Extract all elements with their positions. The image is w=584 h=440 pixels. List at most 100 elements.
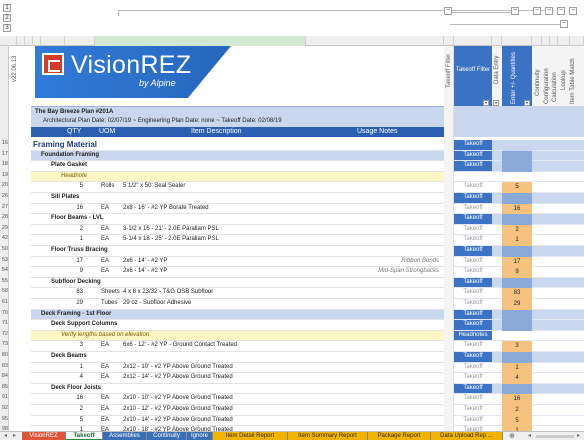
description-cell[interactable]: 5 1/2" x 50' Seal Sealer — [123, 183, 185, 189]
quantity-entry-cell[interactable] — [502, 320, 532, 331]
takeoff-filter-cell[interactable]: Takeoff — [454, 183, 492, 189]
takeoff-filter-cell[interactable]: Takeoff — [454, 320, 492, 330]
table-row[interactable]: Framing Material — [31, 140, 444, 151]
description-cell[interactable]: 2x6 - 14' - #2 YP — [123, 258, 167, 264]
tab-package-report[interactable]: Package Report — [368, 432, 431, 440]
row-number[interactable]: 83 — [0, 363, 9, 369]
table-row[interactable]: 17 EA 2x6 - 14' - #2 YP Ribbon Bonds — [31, 256, 444, 268]
takeoff-filter-cell[interactable]: Takeoff — [454, 246, 492, 256]
uom-cell[interactable]: EA — [101, 417, 109, 423]
row-number[interactable]: 54 — [0, 267, 9, 273]
row-number[interactable]: 17 — [0, 151, 9, 157]
quantity-entry-cell[interactable]: 2 — [502, 405, 532, 416]
outline-level-2-button[interactable]: 2 — [3, 14, 11, 22]
row-number[interactable]: 28 — [0, 214, 9, 220]
col-header-i[interactable] — [444, 36, 454, 46]
table-row[interactable]: 16 EA 2x10 - 10' - #2 YP Above Ground Tr… — [31, 394, 444, 405]
table-row[interactable]: Floor Beams - LVL — [31, 214, 444, 225]
table-row[interactable]: Deck Framing - 1st Floor — [31, 309, 444, 321]
description-cell[interactable]: 5-1/4 x 18 - 25' - 2.0E Parallam PSL — [123, 236, 219, 242]
table-row[interactable]: Floor Truss Bracing — [31, 246, 444, 257]
description-cell[interactable]: 6x6 - 12' - #2 YP - Ground Contact Treat… — [123, 342, 237, 348]
table-row[interactable]: 5 EA 2x10 - 14' - #2 YP Above Ground Tre… — [31, 415, 444, 427]
takeoff-filter-cell[interactable]: Takeoff — [454, 268, 492, 274]
row-number[interactable]: 73 — [0, 341, 9, 347]
uom-cell[interactable]: EA — [101, 205, 109, 211]
table-row[interactable]: Sill Plates — [31, 193, 444, 204]
qty-cell[interactable]: 16 — [73, 205, 83, 211]
table-row[interactable]: 5 Rolls 5 1/2" x 50' Seal Sealer — [31, 182, 444, 193]
col-header-a[interactable] — [9, 36, 17, 46]
row-number[interactable]: 72 — [0, 331, 9, 337]
col-header-last[interactable] — [570, 36, 584, 46]
quantity-entry-cell[interactable] — [502, 161, 532, 172]
qty-cell[interactable]: 29 — [73, 300, 83, 306]
uom-cell[interactable]: EA — [101, 258, 109, 264]
tab-takeoff[interactable]: Takeoff — [66, 432, 103, 440]
tab-ignore[interactable]: Ignore — [187, 432, 213, 440]
takeoff-filter-cell[interactable]: Takeoff — [454, 352, 492, 362]
col-header-k[interactable] — [492, 36, 502, 46]
col-header-p[interactable] — [542, 36, 550, 46]
table-row[interactable]: 1 EA 2x12 - 10' - #2 YP Above Ground Tre… — [31, 362, 444, 374]
takeoff-filter-cell[interactable]: Takeoff — [454, 300, 492, 306]
row-number[interactable]: 42 — [0, 235, 9, 241]
quantity-entry-cell[interactable] — [502, 352, 532, 363]
row-number[interactable]: 18 — [0, 161, 9, 167]
table-row[interactable]: 2 EA 2x10 - 12' - #2 YP Above Ground Tre… — [31, 405, 444, 416]
col-header-g[interactable] — [95, 36, 306, 46]
quantity-entry-cell[interactable]: 2 — [502, 224, 532, 236]
col-header-b[interactable] — [17, 36, 25, 46]
takeoff-filter-cell[interactable]: Takeoff — [454, 214, 492, 224]
description-cell[interactable]: 2x10 - 14' - #2 YP Above Ground Treated — [123, 417, 233, 423]
tab-scroll-left-icon[interactable]: ◂ — [4, 432, 7, 439]
row-number[interactable]: 29 — [0, 225, 9, 231]
quantity-entry-cell[interactable] — [502, 140, 532, 151]
quantity-entry-cell[interactable]: 29 — [502, 299, 532, 310]
quantity-entry-cell[interactable] — [502, 214, 532, 225]
quantity-entry-cell[interactable] — [502, 246, 532, 257]
add-sheet-icon[interactable]: ⊕ — [509, 432, 515, 440]
row-number[interactable]: 53 — [0, 257, 9, 263]
col-header-j[interactable] — [454, 36, 492, 46]
table-row[interactable]: Verify lengths based on elevation — [31, 330, 444, 342]
takeoff-filter-cell[interactable]: Takeoff — [454, 342, 492, 348]
quantity-entry-cell[interactable]: 16 — [502, 203, 532, 215]
outline-collapse-button[interactable]: − — [545, 7, 553, 15]
col-header-w[interactable] — [550, 36, 558, 46]
horizontal-scroll-right-icon[interactable]: ▸ — [577, 432, 580, 439]
horizontal-scrollbar[interactable] — [536, 435, 574, 438]
table-row[interactable]: Deck Beams — [31, 352, 444, 363]
quantity-entry-cell[interactable]: 5 — [502, 415, 532, 427]
tab-data-upload-report[interactable]: Data Upload Rep ... — [431, 432, 503, 440]
table-row[interactable]: 29 Tubes 29 oz - Subfloor Adhesive — [31, 299, 444, 310]
takeoff-filter-cell[interactable]: Takeoff — [454, 309, 492, 320]
row-number[interactable]: 61 — [0, 299, 9, 305]
horizontal-scroll-left-icon[interactable]: ◂ — [528, 432, 531, 439]
takeoff-filter-cell[interactable]: Takeoff — [454, 417, 492, 423]
row-number[interactable]: 70 — [0, 310, 9, 316]
qty-cell[interactable]: 4 — [73, 374, 83, 380]
outline-collapse-button[interactable]: − — [511, 7, 519, 15]
quantity-entry-cell[interactable]: 1 — [502, 235, 532, 246]
col-header-l[interactable] — [502, 36, 532, 46]
row-number[interactable]: 16 — [0, 140, 9, 146]
uom-cell[interactable]: EA — [101, 374, 109, 380]
table-row[interactable]: 2 EA 3-1/2 x 16 - 21' - 2.0E Parallam PS… — [31, 224, 444, 236]
uom-cell[interactable]: EA — [101, 406, 109, 412]
uom-cell[interactable]: EA — [101, 342, 109, 348]
quantity-entry-cell[interactable] — [502, 277, 532, 289]
description-cell[interactable]: 4 x 8 x 23/32 - T&G OSB Subfloor — [123, 289, 213, 295]
quantity-entry-cell[interactable]: 9 — [502, 267, 532, 278]
row-number[interactable]: 19 — [0, 172, 9, 178]
quantity-entry-cell[interactable] — [502, 172, 532, 183]
row-number[interactable]: 84 — [0, 373, 9, 379]
row-number[interactable]: 92 — [0, 405, 9, 411]
table-row[interactable]: 3 EA 6x6 - 12' - #2 YP - Ground Contact … — [31, 341, 444, 352]
table-row[interactable]: Foundation Framing — [31, 150, 444, 162]
row-number[interactable]: 71 — [0, 320, 9, 326]
qty-cell[interactable]: 83 — [73, 289, 83, 295]
takeoff-filter-cell[interactable]: Takeoff — [454, 364, 492, 370]
description-cell[interactable]: 2x10 - 10' - #2 YP Above Ground Treated — [123, 395, 233, 401]
row-number[interactable]: 50 — [0, 246, 9, 252]
